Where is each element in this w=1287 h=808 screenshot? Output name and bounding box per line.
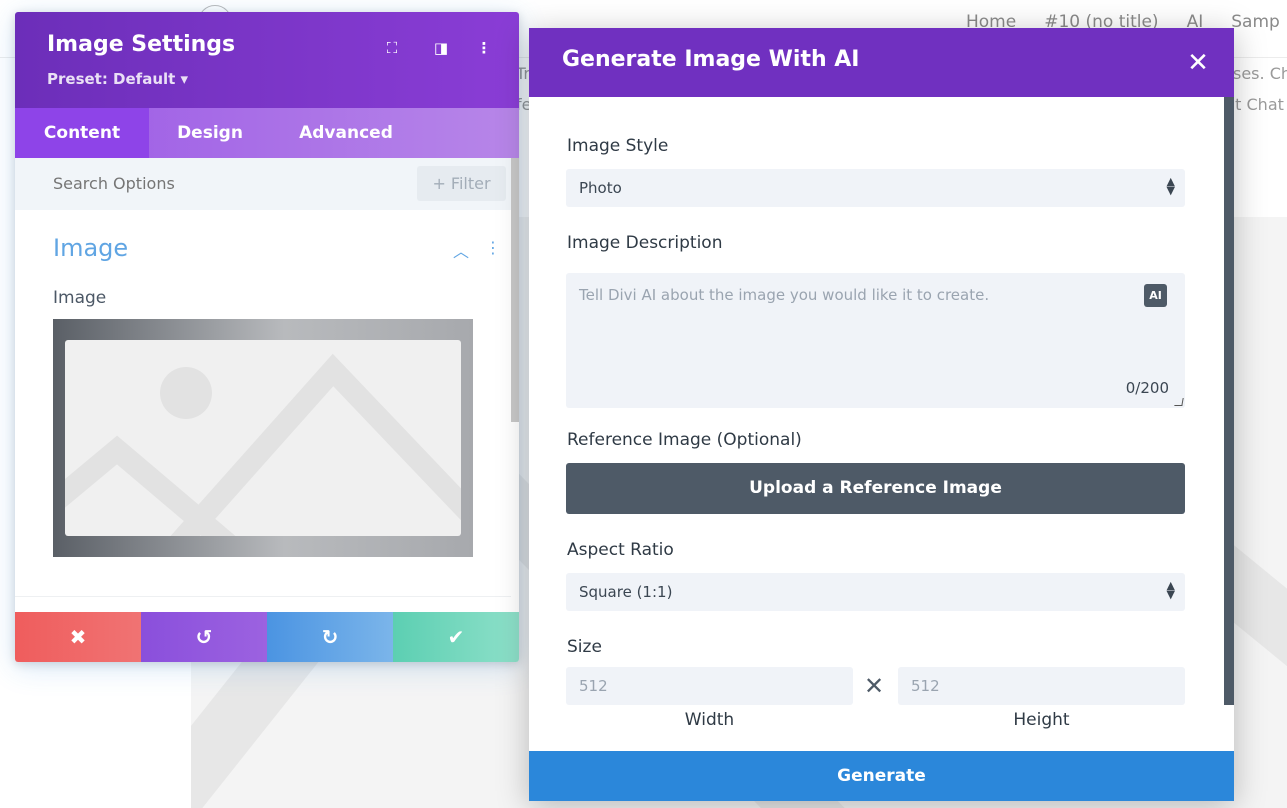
image-settings-panel: Image Settings Preset: Default ▾ ⛶ ◨ ⋮ C…	[15, 12, 519, 662]
panel-tabs: Content Design Advanced	[15, 108, 519, 158]
select-arrows-icon: ▲ ▼	[1166, 175, 1175, 197]
aspect-ratio-value: Square (1:1)	[579, 583, 673, 601]
image-upload-preview[interactable]	[53, 319, 473, 557]
tab-advanced[interactable]: Advanced	[271, 108, 421, 158]
upload-reference-button[interactable]: Upload a Reference Image	[566, 463, 1185, 514]
modal-title: Generate Image With AI	[562, 47, 860, 72]
times-icon: ✕	[864, 672, 885, 700]
close-icon[interactable]: ✕	[1185, 48, 1211, 78]
panel-scrollbar[interactable]	[511, 158, 519, 422]
height-input[interactable]: 512	[898, 667, 1185, 705]
height-caption: Height	[1013, 710, 1070, 730]
undo-button[interactable]: ↺	[141, 612, 267, 662]
aspect-ratio-label: Aspect Ratio	[567, 540, 674, 560]
panel-footer: ✖ ↺ ↻ ✔	[15, 612, 519, 662]
more-options-icon[interactable]: ⋮	[474, 38, 494, 58]
width-value: 512	[579, 677, 608, 695]
image-placeholder	[65, 340, 461, 536]
panel-divider	[15, 596, 511, 597]
generate-button[interactable]: Generate	[529, 751, 1234, 801]
tab-content[interactable]: Content	[15, 108, 149, 158]
panel-header: Image Settings Preset: Default ▾ ⛶ ◨ ⋮	[15, 12, 519, 108]
mountain-placeholder-icon	[65, 353, 461, 536]
image-description-label: Image Description	[567, 233, 723, 253]
image-style-label: Image Style	[567, 136, 669, 156]
redo-button[interactable]: ↻	[267, 612, 393, 662]
discard-button[interactable]: ✖	[15, 612, 141, 662]
height-value: 512	[911, 677, 940, 695]
bg-text-snippet: ses. Ch	[1233, 64, 1287, 83]
select-arrows-icon: ▲ ▼	[1166, 579, 1175, 601]
ai-badge-icon[interactable]: AI	[1144, 284, 1167, 307]
panel-title: Image Settings	[47, 32, 236, 57]
filter-button[interactable]: + Filter	[417, 166, 506, 201]
width-caption: Width	[684, 710, 735, 730]
image-style-select[interactable]: Photo ▲ ▼	[566, 169, 1185, 207]
image-style-value: Photo	[579, 179, 622, 197]
aspect-ratio-select[interactable]: Square (1:1) ▲ ▼	[566, 573, 1185, 611]
image-description-textarea[interactable]: Tell Divi AI about the image you would l…	[566, 273, 1185, 408]
section-title-image[interactable]: Image	[53, 234, 128, 262]
reference-image-label: Reference Image (Optional)	[567, 430, 802, 450]
width-input[interactable]: 512	[566, 667, 853, 705]
preset-dropdown[interactable]: Preset: Default ▾	[47, 70, 188, 88]
split-view-icon[interactable]: ◨	[431, 38, 451, 58]
search-bar: + Filter	[15, 158, 511, 210]
size-label: Size	[567, 637, 602, 657]
section-options-icon[interactable]: ⋮	[485, 238, 501, 257]
image-field-label: Image	[53, 288, 107, 308]
generate-image-modal: Generate Image With AI ✕ Image Style Pho…	[529, 28, 1234, 801]
modal-scrollbar[interactable]	[1224, 97, 1234, 705]
save-button[interactable]: ✔	[393, 612, 519, 662]
tab-design[interactable]: Design	[149, 108, 271, 158]
resize-handle-icon[interactable]	[1174, 398, 1184, 406]
nav-item-sample[interactable]: Samp	[1231, 12, 1280, 32]
description-placeholder: Tell Divi AI about the image you would l…	[579, 286, 990, 304]
modal-header: Generate Image With AI ✕	[529, 28, 1234, 97]
fullscreen-icon[interactable]: ⛶	[382, 38, 402, 58]
character-counter: 0/200	[1125, 379, 1169, 397]
search-options-input[interactable]	[53, 174, 353, 193]
chevron-up-icon[interactable]: ︿	[453, 238, 469, 262]
